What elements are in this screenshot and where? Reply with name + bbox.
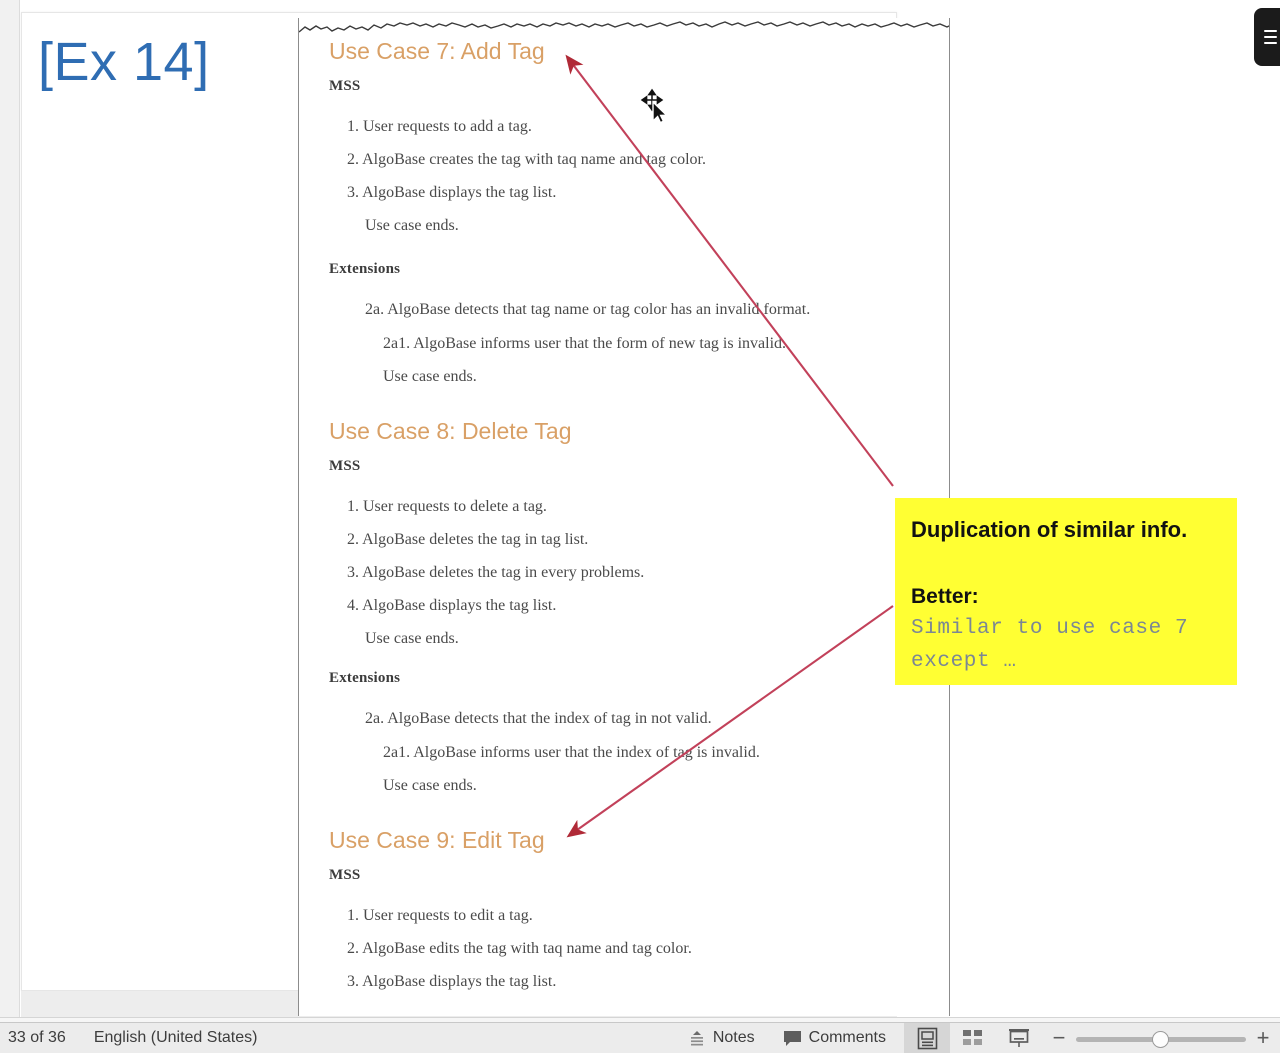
use-case-9-mss-list: 1. User requests to edit a tag. 2. AlgoB…	[329, 906, 927, 991]
move-cursor-icon	[640, 88, 669, 124]
use-case-8-mss-label: MSS	[329, 458, 361, 474]
document-body: Use Case 7: Add Tag MSS 1. User requests…	[299, 36, 949, 991]
use-case-9-mss-label: MSS	[329, 867, 361, 883]
page-indicator[interactable]: 33 of 36	[8, 1029, 66, 1047]
comments-label: Comments	[808, 1029, 886, 1046]
menu-line-icon	[1263, 42, 1277, 44]
notes-label: Notes	[712, 1029, 755, 1046]
zoom-slider[interactable]	[1076, 1023, 1246, 1053]
use-case-8-extensions-label: Extensions	[329, 670, 401, 686]
list-item: 1. User requests to add a tag.	[347, 118, 532, 135]
list-item: Use case ends.	[365, 630, 459, 647]
slide-title[interactable]: [Ex 14]	[38, 30, 210, 94]
callout-line-1: Duplication of similar info.	[911, 517, 1188, 542]
list-item: 3. AlgoBase displays the tag list.	[347, 973, 557, 990]
left-rail	[0, 0, 20, 1022]
presentation-window: [Ex 14] Use Case 7: Add Tag MSS 1. User …	[0, 0, 1280, 1053]
slide-canvas[interactable]: [Ex 14] Use Case 7: Add Tag MSS 1. User …	[21, 6, 1280, 1028]
use-case-8-heading[interactable]: Use Case 8: Delete Tag	[329, 416, 927, 446]
use-case-9-heading[interactable]: Use Case 9: Edit Tag	[329, 825, 927, 855]
list-item: Use case ends.	[365, 217, 459, 234]
callout-line-2: Better:	[911, 585, 979, 608]
zoom-in-button[interactable]: +	[1246, 1023, 1280, 1053]
use-case-7-extensions-list: 2a. AlgoBase detects that tag name or ta…	[329, 300, 927, 386]
list-item: 3. AlgoBase displays the tag list.	[347, 184, 557, 201]
list-item: 1. User requests to edit a tag.	[347, 907, 533, 924]
zoom-slider-knob[interactable]	[1152, 1030, 1169, 1048]
list-item: 4. AlgoBase displays the tag list.	[347, 597, 557, 614]
list-item: 2. AlgoBase creates the tag with taq nam…	[347, 151, 706, 168]
comment-icon	[783, 1030, 801, 1046]
list-item: 2a1. AlgoBase informs user that the form…	[383, 335, 787, 352]
list-item: Use case ends.	[383, 368, 477, 385]
use-case-7-extensions-label: Extensions	[329, 261, 401, 277]
callout-note[interactable]: Duplication of similar info. Better: Sim…	[895, 498, 1237, 685]
use-case-7-mss-label: MSS	[329, 78, 361, 94]
menu-line-icon	[1263, 36, 1277, 38]
list-item: 2a. AlgoBase detects that tag name or ta…	[365, 301, 811, 318]
callout-code-line-2: except …	[911, 650, 1017, 673]
comments-button[interactable]: Comments	[769, 1023, 904, 1053]
slide-sorter-view-button[interactable]	[950, 1023, 996, 1053]
menu-line-icon	[1263, 30, 1277, 32]
use-case-8-mss-list: 1. User requests to delete a tag. 2. Alg…	[329, 497, 927, 648]
use-case-8-extensions-list: 2a. AlgoBase detects that the index of t…	[329, 709, 927, 795]
notes-button[interactable]: Notes	[674, 1023, 769, 1053]
document-snippet-panel[interactable]: Use Case 7: Add Tag MSS 1. User requests…	[298, 18, 950, 1016]
list-item: 3. AlgoBase deletes the tag in every pro…	[347, 564, 645, 581]
list-item: 2a. AlgoBase detects that the index of t…	[365, 710, 712, 727]
zoom-out-button[interactable]: −	[1042, 1023, 1076, 1053]
list-item: 2. AlgoBase edits the tag with taq name …	[347, 940, 692, 957]
list-item: 2a1. AlgoBase informs user that the inde…	[383, 744, 760, 761]
language-indicator[interactable]: English (United States)	[94, 1029, 258, 1047]
list-item: 2. AlgoBase deletes the tag in tag list.	[347, 531, 589, 548]
grid-view-icon	[963, 1030, 982, 1045]
floating-toolbar[interactable]	[1254, 8, 1280, 66]
callout-code-line-1: Similar to use case 7	[911, 617, 1189, 640]
list-item: Use case ends.	[383, 777, 477, 794]
status-bar: 33 of 36 English (United States) Notes C…	[0, 1022, 1280, 1053]
normal-view-icon	[917, 1027, 937, 1049]
use-case-7-mss-list: 1. User requests to add a tag. 2. AlgoBa…	[329, 117, 927, 235]
projector-screen-icon	[1009, 1029, 1029, 1047]
use-case-7-heading[interactable]: Use Case 7: Add Tag	[329, 36, 927, 66]
presentation-view-button[interactable]	[996, 1023, 1042, 1053]
list-item: 1. User requests to delete a tag.	[347, 498, 547, 515]
notes-icon	[690, 1031, 703, 1046]
normal-view-button[interactable]	[904, 1022, 950, 1053]
torn-paper-edge-icon	[299, 21, 949, 33]
